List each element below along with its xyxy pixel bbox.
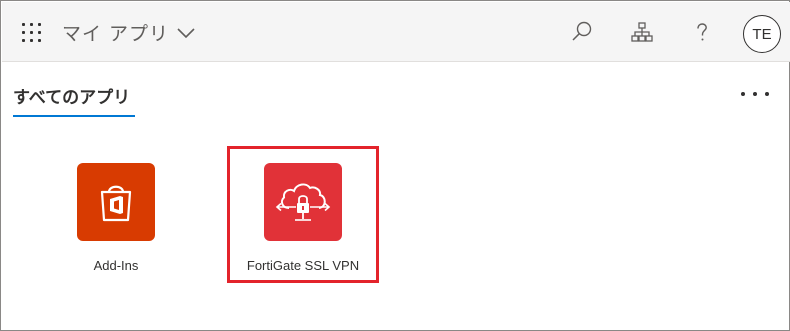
tab-label: すべてのアプリ xyxy=(13,88,131,108)
chevron-down-icon xyxy=(177,27,195,38)
office-bag-icon xyxy=(77,163,155,241)
app-name: FortiGate SSL VPN xyxy=(246,258,360,273)
app-name: Add-Ins xyxy=(93,258,139,273)
tab-all-apps[interactable]: すべてのアプリ xyxy=(13,83,130,108)
waffle-icon[interactable] xyxy=(22,23,42,43)
app-switcher-dropdown[interactable]: マイ アプリ xyxy=(62,19,195,46)
page-title: マイ アプリ xyxy=(62,23,170,45)
more-options-icon[interactable] xyxy=(735,85,775,103)
org-chart-icon[interactable] xyxy=(630,20,654,44)
help-icon[interactable] xyxy=(690,20,714,44)
active-tab-indicator xyxy=(13,115,135,117)
avatar-initials: TE xyxy=(752,25,772,43)
app-tile-add-ins[interactable]: Add-Ins xyxy=(55,163,177,273)
top-bar: マイ アプリ TE xyxy=(2,2,790,62)
app-window: マイ アプリ TE すべてのアプリ Add-Ins FortiGate SSL … xyxy=(0,0,790,331)
avatar[interactable]: TE xyxy=(743,15,781,53)
app-tile-fortigate-ssl-vpn[interactable]: FortiGate SSL VPN xyxy=(231,163,375,273)
search-icon[interactable] xyxy=(570,20,594,44)
cloud-lock-icon xyxy=(264,163,342,241)
